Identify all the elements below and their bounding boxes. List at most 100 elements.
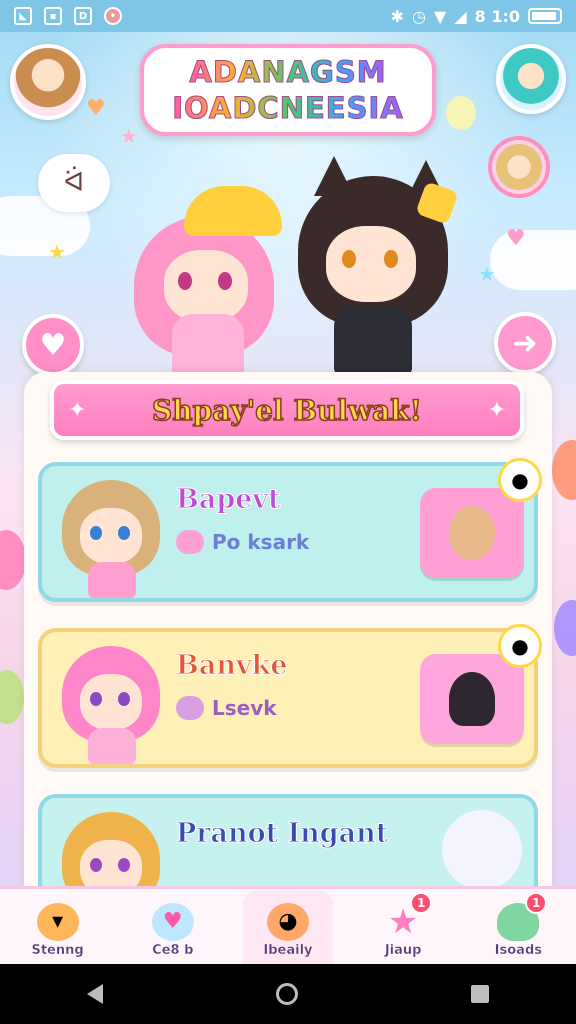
card-subtitle: Po ksark [176,530,309,554]
hero-illustration [110,150,460,382]
game-logo: ADANAGSM IOADCNEESIA [140,44,436,136]
heart-icon: ♥ [151,902,194,941]
app-icon: • [104,7,122,25]
nav-item-ce8b[interactable]: ♥ Ce8 b [128,890,218,964]
wifi-icon: ▼ [434,6,447,26]
nav-item-ibeaily[interactable]: ◕ Ibeaily [242,889,333,964]
character-card[interactable]: Bapevt Po ksark ● [38,458,542,602]
card-title: Pranot Ingant [175,818,389,850]
image-icon: ▪ [44,7,62,25]
status-bar: ◣ ▪ D • ✱ ◷ ▼ ◢ 8 1:0 [0,0,576,32]
eye-icon [118,692,130,706]
sparkle-icon: ✦ [487,398,506,423]
pink-hair-character [124,186,284,382]
balloon-decoration [552,440,576,500]
notification-badge: 1 [410,891,433,914]
heart-decoration: ♥ [86,96,106,121]
white-hair-chibi-icon [442,810,522,890]
recent-apps-icon[interactable] [471,985,490,1003]
sparkle-icon: ✦ [68,398,87,423]
carrot-icon: ▾ [36,902,79,941]
character-body [334,306,412,376]
notification-badge: 1 [525,891,548,914]
character-face [80,674,142,730]
next-button[interactable]: ➜ [494,312,556,374]
card-subtitle: Lsevk [176,696,277,720]
character-face [80,508,142,564]
banner-title: Shpay'el Bulwak! [151,393,422,428]
eye-icon [118,858,130,872]
nav-label: Ibeaily [263,942,313,958]
friend-avatar[interactable] [496,44,566,114]
battery-icon [528,8,562,24]
balloon-decoration [446,96,476,130]
card-subtitle-text: Lsevk [212,696,277,720]
beige-pet-icon [449,506,495,560]
dark-hair-chibi-icon [449,672,495,726]
character-body [88,562,136,598]
pet-slot-button[interactable] [420,488,524,578]
ghost-mascot-icon: ᐛ [38,154,110,212]
status-left-icons: ◣ ▪ D • [14,7,122,25]
balloon-decoration [0,530,26,590]
pet-slot-button[interactable] [420,654,524,744]
bluetooth-icon: ✱ [390,6,405,26]
star-decoration: ★ [120,124,138,148]
card-avatar-blonde [56,474,166,598]
system-navigation-bar [0,964,576,1024]
eye-icon [90,692,102,706]
card-avatar-pink [56,640,166,764]
character-body [88,728,136,764]
pink-pet-icon [176,530,204,554]
chat-bubble-icon[interactable]: ● [498,624,542,668]
home-icon[interactable] [275,983,298,1005]
balloon-decoration [554,600,576,656]
heart-decoration: ♥ [506,226,526,251]
alarm-icon: ◷ [412,6,426,26]
back-icon[interactable] [86,984,103,1004]
eye-icon [342,250,356,268]
player-avatar[interactable] [10,44,86,120]
star-decoration: ★ [478,262,496,286]
signal-icon: ◢ [454,6,467,26]
title-banner: ✦ Shpay'el Bulwak! ✦ [50,380,524,440]
favorite-heart-button[interactable]: ♥ [22,314,84,376]
nav-label: Stenng [31,942,84,958]
event-avatar[interactable] [488,136,550,198]
status-time: 8 1:0 [474,6,520,26]
eye-icon [118,526,130,540]
nav-label: Isoads [494,942,543,958]
octopus-pet-icon [176,696,204,720]
character-card[interactable]: Banvke Lsevk ● [38,624,542,768]
character-face [164,250,248,322]
document-icon: D [74,7,92,25]
chat-bubble-icon[interactable]: ● [498,458,542,502]
card-title: Banvke [176,650,289,682]
arrow-right-icon: ➜ [512,325,538,361]
eye-icon [90,526,102,540]
eye-icon [384,250,398,268]
logo-line-1: ADANAGSM [189,55,387,90]
dark-hair-character [294,156,459,382]
logo-line-2: IOADCNEESIA [172,91,404,126]
notification-icon: ◣ [14,7,32,25]
card-subtitle-text: Po ksark [212,530,310,554]
status-right-icons: ✱ ◷ ▼ ◢ 8 1:0 [391,7,562,26]
bottom-navigation: ▾ Stenng ♥ Ce8 b ◕ Ibeaily ★ Jiaup 1 Iso… [0,886,576,964]
character-face [326,226,416,302]
nav-item-jiaup[interactable]: ★ Jiaup 1 [358,890,448,964]
cloud-decoration [490,230,576,290]
nav-label: Jiaup [384,942,422,958]
eye-icon [178,272,192,290]
card-title: Bapevt [176,484,282,516]
balloon-decoration [0,670,24,724]
nav-item-isoads[interactable]: Isoads 1 [473,890,563,964]
nav-item-stenng[interactable]: ▾ Stenng [13,890,103,964]
eye-icon [90,858,102,872]
cat-avatar-icon: ◕ [266,902,309,941]
nav-label: Ce8 b [152,942,194,958]
eye-icon [218,272,232,290]
heart-icon: ♥ [39,327,67,363]
yellow-hat-icon [184,186,282,236]
star-decoration: ★ [48,240,66,264]
